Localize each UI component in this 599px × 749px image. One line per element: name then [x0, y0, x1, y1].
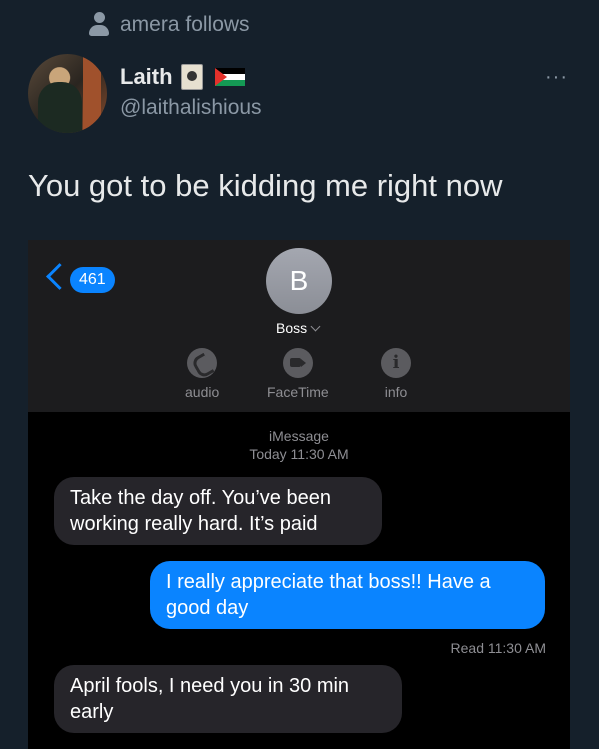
message-bubble-outgoing: I really appreciate that boss!! Have a g…	[150, 561, 545, 629]
author-name[interactable]: Laith	[120, 64, 173, 90]
message-bubble-incoming: April fools, I need you in 30 min early	[54, 665, 402, 733]
palestine-flag-icon	[214, 68, 245, 86]
person-icon	[88, 12, 110, 38]
contact-name: Boss	[276, 320, 321, 336]
unread-count-badge: 461	[70, 267, 115, 293]
tweet-text: You got to be kidding me right now	[28, 168, 503, 203]
contact-avatar: B	[266, 248, 332, 314]
imessage-screenshot[interactable]: 461 B Boss audio FaceTime i info iMessag…	[28, 240, 570, 749]
author-handle[interactable]: @laithalishious	[120, 96, 262, 120]
phone-icon	[187, 348, 218, 380]
service-label: iMessage	[269, 428, 329, 444]
audio-label: audio	[185, 384, 220, 400]
author-name-row: Laith	[120, 64, 245, 90]
chevron-down-icon	[310, 321, 321, 332]
timestamp: Today 11:30 AM	[249, 446, 349, 462]
info-label: info	[384, 384, 408, 400]
follows-context[interactable]: amera follows	[88, 12, 250, 38]
more-options-icon[interactable]: ···	[545, 66, 568, 89]
avatar[interactable]	[28, 54, 107, 133]
conversation-header: 461 B Boss audio FaceTime i info	[28, 240, 570, 412]
facetime-label: FaceTime	[267, 384, 329, 400]
audio-action: audio	[185, 348, 219, 400]
video-icon	[282, 348, 313, 378]
info-action: i info	[381, 348, 411, 400]
follows-text: amera follows	[120, 13, 250, 36]
facetime-action: FaceTime	[267, 348, 329, 400]
read-receipt: Read 11:30 AM	[450, 640, 546, 656]
info-icon: i	[381, 348, 411, 378]
back-chevron-icon	[46, 263, 73, 290]
joker-card-icon	[180, 64, 203, 90]
message-bubble-incoming: Take the day off. You’ve been working re…	[54, 477, 382, 545]
